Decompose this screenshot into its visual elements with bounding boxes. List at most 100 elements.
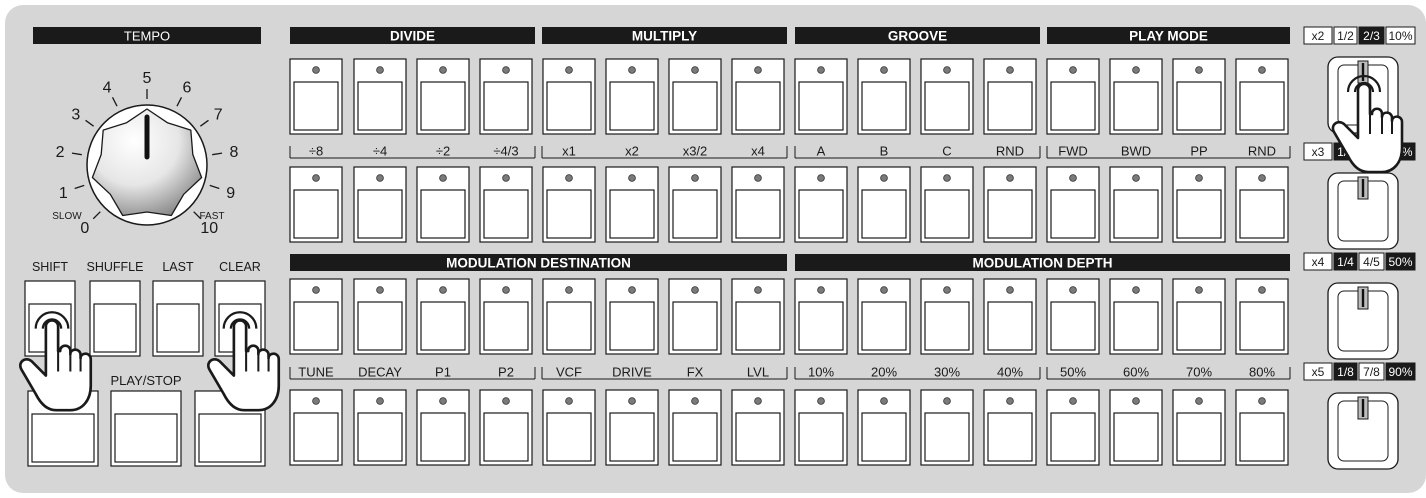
step-button[interactable]: [353, 389, 407, 466]
button-face: [483, 412, 529, 462]
button-face: [420, 301, 466, 351]
tempo-scale-label: 3: [71, 106, 80, 123]
step-button[interactable]: [416, 278, 470, 355]
step-button[interactable]: [542, 166, 596, 243]
slider-fader[interactable]: [1327, 172, 1399, 250]
step-button[interactable]: [983, 58, 1037, 135]
led-indicator: [691, 174, 699, 182]
step-button[interactable]: [605, 58, 659, 135]
step-button[interactable]: [1109, 58, 1163, 135]
step-button[interactable]: [542, 278, 596, 355]
button-face: [198, 413, 262, 463]
led-indicator: [817, 397, 825, 405]
transport-label: PLAY/STOP: [110, 373, 181, 388]
tempo-knob[interactable]: [86, 104, 208, 226]
step-button[interactable]: [479, 58, 533, 135]
step-button[interactable]: [542, 58, 596, 135]
step-button[interactable]: [731, 58, 785, 135]
step-button[interactable]: [668, 278, 722, 355]
step-button[interactable]: [731, 389, 785, 466]
step-button[interactable]: [668, 58, 722, 135]
step-label: ÷4/3: [493, 144, 518, 159]
step-button[interactable]: [983, 389, 1037, 466]
step-label: x3/2: [683, 144, 708, 159]
step-button[interactable]: [1109, 278, 1163, 355]
step-button[interactable]: [920, 166, 974, 243]
step-button[interactable]: [1109, 166, 1163, 243]
step-button[interactable]: [416, 389, 470, 466]
step-button[interactable]: [1046, 389, 1100, 466]
led-indicator: [943, 66, 951, 74]
step-label: TUNE: [298, 365, 334, 380]
led-indicator: [880, 66, 888, 74]
step-button[interactable]: [1172, 58, 1226, 135]
step-button[interactable]: [1235, 58, 1289, 135]
step-button[interactable]: [794, 166, 848, 243]
step-button[interactable]: [1235, 389, 1289, 466]
step-button[interactable]: [605, 278, 659, 355]
step-button[interactable]: [353, 166, 407, 243]
step-button[interactable]: [857, 166, 911, 243]
transport-button[interactable]: [110, 390, 182, 467]
led-indicator: [565, 286, 573, 294]
step-button[interactable]: [794, 278, 848, 355]
step-button[interactable]: [416, 166, 470, 243]
step-button[interactable]: [353, 278, 407, 355]
slider-option-label: x3: [1312, 145, 1325, 159]
step-button[interactable]: [731, 166, 785, 243]
step-button[interactable]: [1172, 278, 1226, 355]
step-button[interactable]: [920, 58, 974, 135]
step-button[interactable]: [289, 278, 343, 355]
step-button[interactable]: [479, 278, 533, 355]
step-button[interactable]: [1046, 58, 1100, 135]
led-indicator: [880, 397, 888, 405]
step-button[interactable]: [479, 389, 533, 466]
step-button[interactable]: [479, 166, 533, 243]
step-button[interactable]: [857, 278, 911, 355]
slider-fader[interactable]: [1327, 392, 1399, 470]
slider-fader[interactable]: [1327, 282, 1399, 360]
led-indicator: [502, 397, 510, 405]
step-label: RND: [1248, 144, 1276, 159]
step-button[interactable]: [416, 58, 470, 135]
led-indicator: [754, 286, 762, 294]
step-button[interactable]: [605, 389, 659, 466]
step-button[interactable]: [920, 278, 974, 355]
control-panel-diagram: TEMPO 0 1 2 3 4 5 6 7 8 9 10 SLOW FAST DIVIDE MULTI…: [5, 5, 1426, 493]
step-label: x1: [562, 144, 576, 159]
step-button[interactable]: [289, 166, 343, 243]
step-button[interactable]: [1046, 166, 1100, 243]
transport-button[interactable]: [89, 280, 141, 357]
transport-button[interactable]: [152, 280, 204, 357]
step-button[interactable]: [542, 389, 596, 466]
step-button[interactable]: [857, 58, 911, 135]
led-indicator: [502, 286, 510, 294]
step-button[interactable]: [1109, 389, 1163, 466]
step-button[interactable]: [1235, 166, 1289, 243]
step-button[interactable]: [1235, 278, 1289, 355]
button-face: [357, 412, 403, 462]
step-button[interactable]: [983, 278, 1037, 355]
step-button[interactable]: [605, 166, 659, 243]
step-button[interactable]: [668, 389, 722, 466]
step-button[interactable]: [289, 389, 343, 466]
step-button[interactable]: [794, 58, 848, 135]
step-button[interactable]: [794, 389, 848, 466]
step-button[interactable]: [920, 389, 974, 466]
button-face: [1050, 189, 1096, 239]
step-button[interactable]: [1172, 166, 1226, 243]
step-button[interactable]: [289, 58, 343, 135]
step-button[interactable]: [857, 389, 911, 466]
led-indicator: [312, 397, 320, 405]
button-face: [861, 412, 907, 462]
section-label: MODULATION DEPTH: [973, 256, 1113, 271]
step-button[interactable]: [983, 166, 1037, 243]
button-face: [798, 301, 844, 351]
button-face: [735, 301, 781, 351]
section-label: GROOVE: [888, 29, 947, 44]
step-button[interactable]: [353, 58, 407, 135]
step-button[interactable]: [1046, 278, 1100, 355]
step-button[interactable]: [731, 278, 785, 355]
step-button[interactable]: [1172, 389, 1226, 466]
step-button[interactable]: [668, 166, 722, 243]
